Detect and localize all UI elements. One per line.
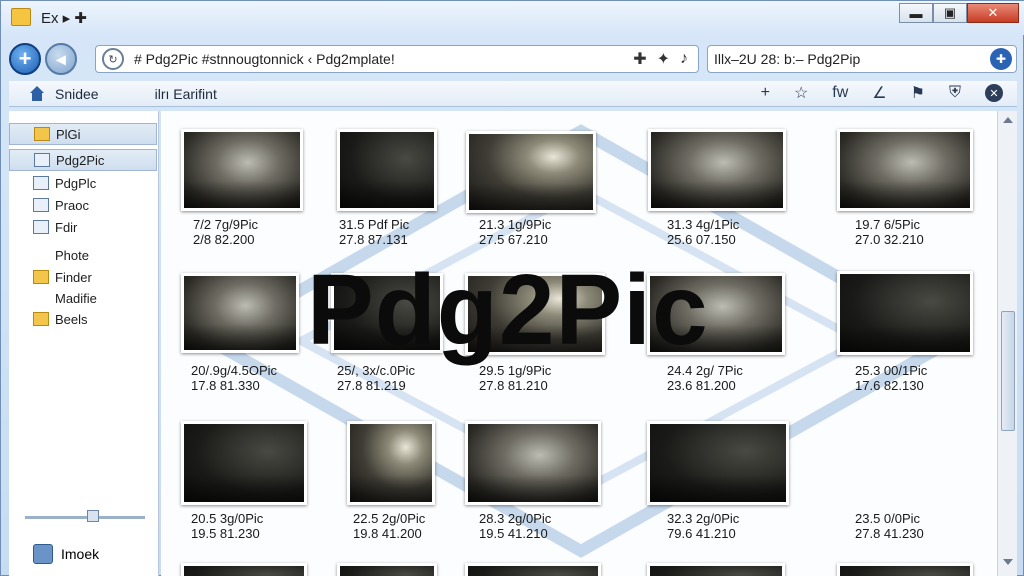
thumbnail-caption: 31.3 4g/1Pic 25.6 07.150 bbox=[667, 217, 740, 247]
thumbnail-caption: 23.5 0/0Pic 27.8 41.230 bbox=[855, 511, 924, 541]
home-icon[interactable] bbox=[29, 85, 45, 102]
close-icon[interactable]: ✕ bbox=[985, 84, 1003, 102]
thumbnail-caption: 7/2 7g/9Pic 2/8 82.200 bbox=[193, 217, 259, 247]
thumbnail-caption: 20/.9g/4.5OPic 17.8 81.330 bbox=[191, 363, 277, 393]
scroll-down-icon[interactable] bbox=[1003, 559, 1013, 565]
close-button[interactable]: ✕ bbox=[967, 3, 1019, 23]
search-go-icon[interactable]: ✚ bbox=[990, 48, 1012, 70]
window-controls: ▬ ▣ ✕ bbox=[899, 3, 1019, 23]
thumbnail-view: 7/2 7g/9Pic 2/8 82.200 31.5 Pdf Pic 27.8 8… bbox=[161, 111, 997, 576]
sidebar-item-label: Phote bbox=[55, 247, 89, 263]
sidebar-item-fdir[interactable]: Fdir bbox=[9, 216, 157, 238]
overlay-title: Pdg2Pic bbox=[307, 254, 709, 366]
sidebar-item-label: Fdir bbox=[55, 219, 78, 235]
thumbnail-caption: 25.3 00/1Pic 17.6 82.130 bbox=[855, 363, 928, 393]
thumbnail-image[interactable] bbox=[466, 131, 596, 213]
thumbnail-caption: 31.5 Pdf Pic 27.8 87.131 bbox=[339, 217, 410, 247]
thumbnail-image[interactable] bbox=[465, 421, 601, 505]
thumbnail-image[interactable] bbox=[347, 421, 435, 505]
window-title: Ex ▸ ✚ bbox=[41, 10, 87, 27]
sidebar-item-pdgplc[interactable]: PdgPlc bbox=[9, 172, 157, 194]
sidebar-item-praoc[interactable]: Praoc bbox=[9, 194, 157, 216]
toolbar-actions: + ☆ fw ∠ ⚑ ⛨ ✕ bbox=[761, 83, 1003, 103]
plus-icon[interactable]: + bbox=[761, 84, 770, 102]
address-bar: + ◂ ↻ # Pdg2Pic #stnnougtonnick ‹ Pdg2mp… bbox=[1, 39, 1024, 79]
thumbnail-image[interactable] bbox=[465, 563, 601, 576]
address-text[interactable]: # Pdg2Pic #stnnougtonnick ‹ Pdg2mplate! bbox=[134, 51, 633, 67]
zoom-slider-track[interactable] bbox=[25, 516, 145, 519]
thumbnail-caption: 28.3 2g/0Pic 19.5 41.210 bbox=[479, 511, 552, 541]
search-input[interactable]: Illx–2U 28: b:– Pdg2Pip ✚ bbox=[707, 45, 1017, 73]
thumbnail-image[interactable] bbox=[647, 421, 789, 505]
folder-icon bbox=[33, 270, 49, 284]
vertical-scrollbar[interactable] bbox=[997, 111, 1017, 576]
image-icon bbox=[33, 176, 49, 190]
search-text[interactable]: Illx–2U 28: b:– Pdg2Pip bbox=[714, 51, 990, 67]
thumbnail-caption: 19.7 6/5Pic 27.0 32.210 bbox=[855, 217, 924, 247]
flag-icon[interactable]: ⚑ bbox=[911, 83, 925, 103]
explorer-window: Ex ▸ ✚ ▬ ▣ ✕ + ◂ ↻ # Pdg2Pic #stnnougton… bbox=[0, 0, 1024, 576]
thumbnail-caption: 32.3 2g/0Pic 79.6 41.210 bbox=[667, 511, 740, 541]
sidebar-item-finder[interactable]: Finder bbox=[9, 266, 157, 288]
sidebar-item-label: Finder bbox=[55, 269, 92, 285]
scroll-up-icon[interactable] bbox=[1003, 117, 1013, 123]
back-button[interactable]: + bbox=[9, 43, 41, 75]
file-icon bbox=[34, 153, 50, 167]
forward-button[interactable]: ◂ bbox=[45, 43, 77, 75]
sidebar-footer-label: Imoek bbox=[61, 546, 100, 562]
thumbnail-image[interactable] bbox=[337, 129, 437, 211]
thumbnail-image[interactable] bbox=[181, 273, 299, 353]
folder-icon bbox=[34, 127, 50, 141]
folder-icon bbox=[11, 8, 31, 26]
sidebar-item-label: Pdg2Pic bbox=[56, 152, 105, 168]
add-icon[interactable]: ✚ bbox=[633, 49, 646, 69]
minimize-button[interactable]: ▬ bbox=[899, 3, 933, 23]
thumbnail-image[interactable] bbox=[837, 271, 973, 355]
shield-icon[interactable]: ⛨ bbox=[949, 84, 961, 102]
sidebar-item-pigi[interactable]: PlGi bbox=[9, 123, 157, 145]
file-icon bbox=[33, 220, 49, 234]
sidebar-item-label: Beels bbox=[55, 311, 88, 327]
thumbnail-image[interactable] bbox=[648, 129, 786, 211]
zoom-slider-handle[interactable] bbox=[87, 510, 99, 522]
sidebar-item-beels[interactable]: Beels bbox=[9, 308, 157, 330]
sidebar-item-madifie[interactable]: Madifie bbox=[9, 287, 157, 309]
maximize-button[interactable]: ▣ bbox=[933, 3, 967, 23]
thumbnail-image[interactable] bbox=[647, 563, 785, 576]
star-icon[interactable]: ☆ bbox=[794, 83, 808, 103]
sidebar-item-label: Praoc bbox=[55, 197, 89, 213]
sidebar-footer[interactable]: Imoek bbox=[9, 531, 157, 576]
refresh-icon[interactable]: ↻ bbox=[102, 48, 124, 70]
sidebar-item-pdg2pic[interactable]: Pdg2Pic bbox=[9, 149, 157, 171]
thumbnail-image[interactable] bbox=[181, 129, 303, 211]
scroll-thumb[interactable] bbox=[1001, 311, 1015, 431]
thumbnail-image[interactable] bbox=[837, 563, 973, 576]
pen-icon[interactable]: ∠ bbox=[872, 83, 886, 103]
thumbnail-image[interactable] bbox=[837, 129, 973, 211]
sidebar: PlGi Pdg2Pic PdgPlc Praoc Fdir Phote Fin… bbox=[9, 111, 159, 576]
thumbnail-image[interactable] bbox=[181, 421, 307, 505]
thumbnail-image[interactable] bbox=[181, 563, 307, 576]
file-icon bbox=[33, 198, 49, 212]
sidebar-item-label: PlGi bbox=[56, 126, 81, 142]
toolbar-fw[interactable]: fw bbox=[832, 84, 848, 102]
toolbar: Snidee ilrı Earifint + ☆ fw ∠ ⚑ ⛨ ✕ bbox=[9, 81, 1017, 107]
sidebar-item-label: PdgPlc bbox=[55, 175, 97, 191]
folder-icon bbox=[33, 312, 49, 326]
computer-icon bbox=[33, 544, 53, 564]
thumbnail-caption: 22.5 2g/0Pic 19.8 41.200 bbox=[353, 511, 426, 541]
title-bar: Ex ▸ ✚ ▬ ▣ ✕ bbox=[1, 1, 1024, 35]
star-icon[interactable]: ✦ bbox=[657, 49, 670, 69]
thumbnail-image[interactable] bbox=[337, 563, 437, 576]
sidebar-item-phote[interactable]: Phote bbox=[9, 244, 157, 266]
go-icon[interactable]: ♪ bbox=[680, 50, 688, 68]
thumbnail-caption: 20.5 3g/0Pic 19.5 81.230 bbox=[191, 511, 264, 541]
toolbar-home-label[interactable]: Snidee bbox=[55, 86, 99, 102]
toolbar-second-label[interactable]: ilrı Earifint bbox=[155, 86, 217, 102]
sidebar-item-label: Madifie bbox=[55, 290, 97, 306]
thumbnail-caption: 21.3 1g/9Pic 27.5 67.210 bbox=[479, 217, 552, 247]
address-input[interactable]: ↻ # Pdg2Pic #stnnougtonnick ‹ Pdg2mplate… bbox=[95, 45, 699, 73]
